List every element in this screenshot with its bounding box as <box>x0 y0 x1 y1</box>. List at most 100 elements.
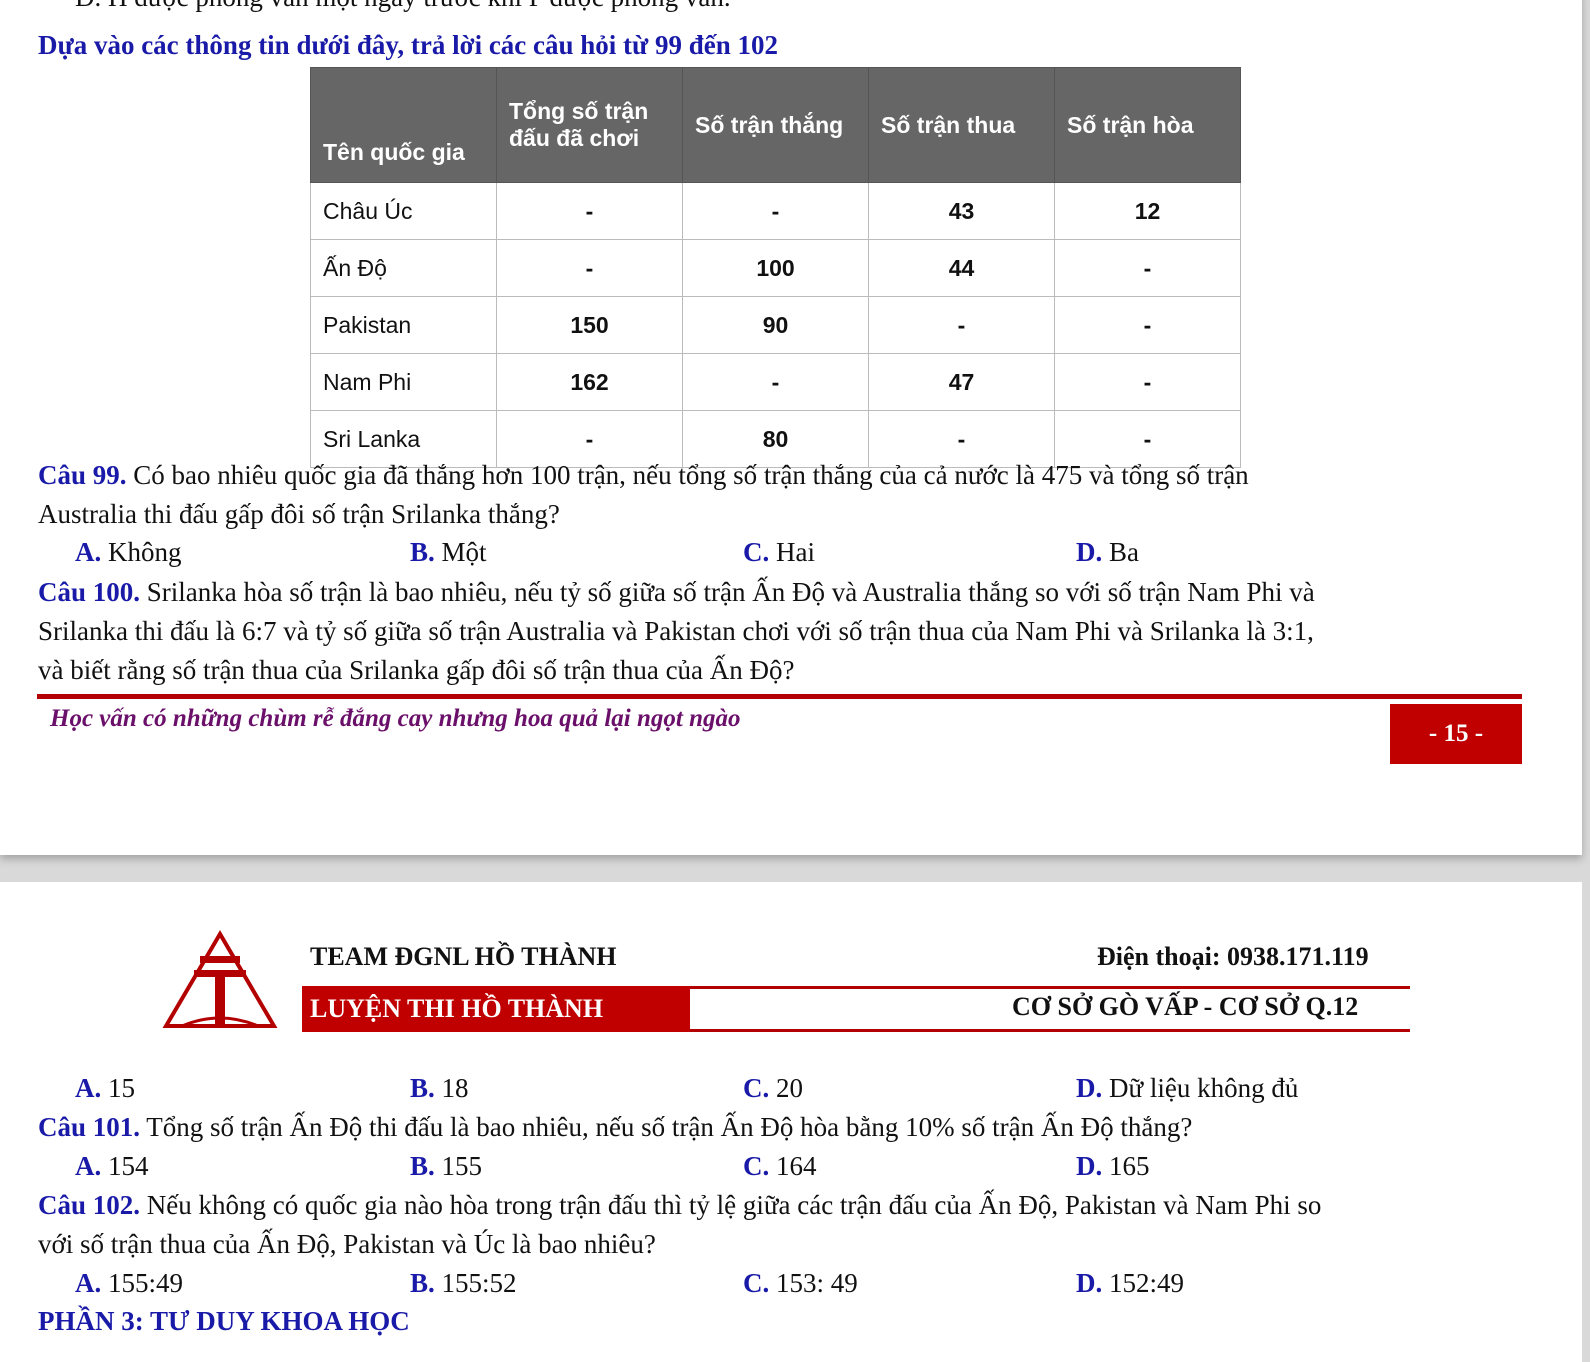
header-rule-top <box>690 986 1410 989</box>
answer-option: C. Hai <box>743 537 815 568</box>
option-letter: D. <box>1076 1151 1103 1181</box>
option-text: 152:49 <box>1102 1268 1185 1298</box>
question-label: Câu 100. <box>38 577 141 607</box>
answer-option: A. 15 <box>75 1073 135 1104</box>
option-letter: C. <box>743 1268 770 1298</box>
previous-option-text: D. H được phỏng vấn một ngày trước khi P… <box>75 0 731 13</box>
table-header-row: Tên quốc gia Tổng số trận đấu đã chơi Số… <box>310 67 1241 183</box>
header-cell: Số trận thắng <box>682 67 869 183</box>
option-letter: A. <box>75 1073 102 1103</box>
question-99: Câu 99. Có bao nhiêu quốc gia đã thắng h… <box>38 460 1249 491</box>
option-text: Không <box>101 537 182 567</box>
option-text: Một <box>434 537 487 567</box>
option-text: 155:52 <box>434 1268 517 1298</box>
intro-heading: Dựa vào các thông tin dưới đây, trả lời … <box>38 30 779 60</box>
answer-option: B. 155:52 <box>410 1268 517 1299</box>
value-cell: - <box>682 182 869 240</box>
option-letter: C. <box>743 1073 770 1103</box>
brand-banner: LUYỆN THI HỒ THÀNH <box>302 986 690 1032</box>
answer-option: C. 164 <box>743 1151 817 1182</box>
option-letter: A. <box>75 1151 102 1181</box>
value-cell: 47 <box>868 353 1055 411</box>
question-label: Câu 99. <box>38 460 127 490</box>
country-cell: Nam Phi <box>310 353 497 411</box>
value-cell: - <box>1054 410 1241 468</box>
table-row: Châu Úc - -43 12 <box>310 182 1241 240</box>
option-text: 154 <box>101 1151 149 1181</box>
value-cell: - <box>1054 353 1241 411</box>
header-rule-bottom <box>690 1029 1410 1032</box>
question-101: Câu 101. Tổng số trận Ấn Độ thi đấu là b… <box>38 1112 1192 1143</box>
value-cell: - <box>682 353 869 411</box>
question-100-cont: Srilanka thi đấu là 6:7 và tỷ số giữa số… <box>38 616 1314 646</box>
option-letter: B. <box>410 1268 435 1298</box>
option-text: 165 <box>1102 1151 1150 1181</box>
answer-option: D. 152:49 <box>1076 1268 1184 1299</box>
answer-option: D. Ba <box>1076 537 1139 568</box>
question-label: Câu 102. <box>38 1190 141 1220</box>
table-row: Pakistan 150 90- - <box>310 296 1241 354</box>
country-cell: Ấn Độ <box>310 239 497 297</box>
option-letter: C. <box>743 537 770 567</box>
answer-option: D. 165 <box>1076 1151 1150 1182</box>
question-100-cont: và biết rằng số trận thua của Srilanka g… <box>38 655 795 685</box>
option-letter: A. <box>75 537 102 567</box>
question-text: Có bao nhiêu quốc gia đã thắng hơn 100 t… <box>126 460 1249 490</box>
value-cell: - <box>496 182 683 240</box>
option-letter: D. <box>1076 1268 1103 1298</box>
question-102: Câu 102. Nếu không có quốc gia nào hòa t… <box>38 1190 1321 1221</box>
question-text: Nếu không có quốc gia nào hòa trong trận… <box>140 1190 1322 1220</box>
logo-icon <box>162 930 278 1028</box>
question-text: Srilanka hòa số trận là bao nhiêu, nếu t… <box>140 577 1315 607</box>
country-cell: Châu Úc <box>310 182 497 240</box>
value-cell: 150 <box>496 296 683 354</box>
value-cell: 162 <box>496 353 683 411</box>
team-name: TEAM ĐGNL HỒ THÀNH <box>310 942 617 971</box>
header-cell: Số trận thua <box>868 67 1055 183</box>
option-text: 155 <box>434 1151 483 1181</box>
answer-option: C. 153: 49 <box>743 1268 858 1299</box>
option-text: 153: 49 <box>769 1268 858 1298</box>
answer-option: A. 154 <box>75 1151 149 1182</box>
value-cell: 44 <box>868 239 1055 297</box>
option-letter: A. <box>75 1268 102 1298</box>
option-letter: C. <box>743 1151 770 1181</box>
answer-option: B. 155 <box>410 1151 482 1182</box>
value-cell: - <box>868 410 1055 468</box>
option-text: 20 <box>769 1073 803 1103</box>
footer-motto: Học vấn có những chùm rễ đắng cay nhưng … <box>50 705 741 732</box>
header-cell: Tổng số trận đấu đã chơi <box>496 67 683 183</box>
answer-option: C. 20 <box>743 1073 803 1104</box>
question-102-cont: với số trận thua của Ấn Độ, Pakistan và … <box>38 1229 656 1259</box>
page-number: - 15 - <box>1390 704 1522 764</box>
table-row: Nam Phi 162-47- <box>310 353 1241 411</box>
header-cell: Số trận hòa <box>1054 67 1241 183</box>
phone-number: Điện thoại: 0938.171.119 <box>1097 942 1369 971</box>
stats-table: Tên quốc gia Tổng số trận đấu đã chơi Số… <box>310 67 1241 468</box>
question-100: Câu 100. Srilanka hòa số trận là bao nhi… <box>38 577 1315 608</box>
answer-option: B. Một <box>410 537 487 568</box>
answer-option: A. Không <box>75 537 182 568</box>
option-letter: B. <box>410 1151 435 1181</box>
option-text: 18 <box>434 1073 469 1103</box>
table-row: Ấn Độ -100 44- <box>310 239 1241 297</box>
header-cell: Tên quốc gia <box>310 67 497 183</box>
option-text: Ba <box>1102 537 1139 567</box>
question-text: Tổng số trận Ấn Độ thi đấu là bao nhiêu,… <box>140 1112 1193 1142</box>
value-cell: 43 <box>868 182 1055 240</box>
option-text: Dữ liệu không đủ <box>1102 1073 1299 1103</box>
option-text: 164 <box>769 1151 817 1181</box>
question-label: Câu 101. <box>38 1112 141 1142</box>
table-row: Sri Lanka -80- - <box>310 410 1241 468</box>
value-cell: - <box>496 410 683 468</box>
option-letter: B. <box>410 537 435 567</box>
option-letter: D. <box>1076 1073 1103 1103</box>
value-cell: 100 <box>682 239 869 297</box>
value-cell: 90 <box>682 296 869 354</box>
option-text: Hai <box>769 537 815 567</box>
value-cell: 12 <box>1054 182 1241 240</box>
option-letter: B. <box>410 1073 435 1103</box>
country-cell: Sri Lanka <box>310 410 497 468</box>
answer-option: A. 155:49 <box>75 1268 183 1299</box>
page-15: D. H được phỏng vấn một ngày trước khi P… <box>0 0 1582 855</box>
